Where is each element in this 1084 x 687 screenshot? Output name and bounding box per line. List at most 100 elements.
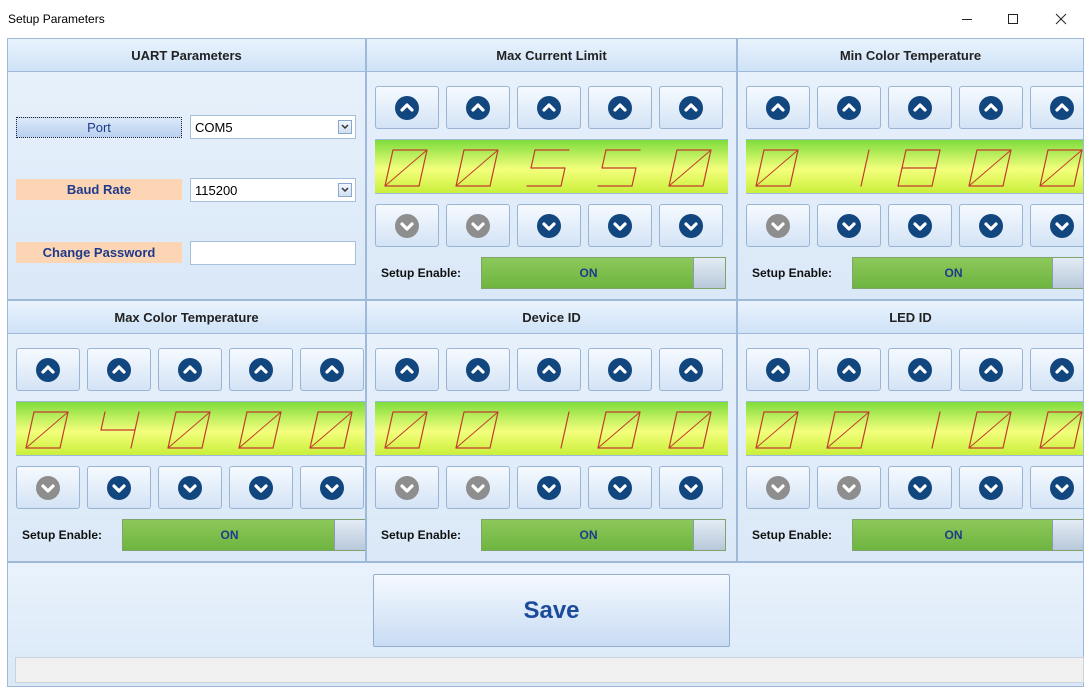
digit-up-button[interactable]: [16, 348, 80, 391]
digit-down-button[interactable]: [659, 466, 723, 509]
minimize-button[interactable]: [944, 0, 990, 38]
chevron-down-icon: [536, 475, 562, 501]
setup-enable-toggle[interactable]: ON: [481, 519, 726, 551]
maximize-button[interactable]: [990, 0, 1036, 38]
digit-up-button[interactable]: [446, 348, 510, 391]
digit-down-button[interactable]: [888, 204, 952, 247]
digit-up-button[interactable]: [746, 348, 810, 391]
digit-up-button[interactable]: [588, 348, 652, 391]
digit-down-button[interactable]: [1030, 466, 1083, 509]
digit-up-button[interactable]: [888, 86, 952, 129]
digit-down-button[interactable]: [659, 204, 723, 247]
chevron-down-icon: [106, 475, 132, 501]
digit-up-button[interactable]: [517, 348, 581, 391]
setup-enable-toggle[interactable]: ON: [852, 257, 1083, 289]
seven-segment-display: [375, 139, 728, 194]
chevron-up-icon: [1049, 95, 1075, 121]
digit-up-button[interactable]: [1030, 86, 1083, 129]
setup-enable-label: Setup Enable:: [381, 528, 462, 542]
setup-enable-label: Setup Enable:: [22, 528, 103, 542]
digit-up-button[interactable]: [817, 86, 881, 129]
digit-down-button[interactable]: [16, 466, 80, 509]
digit-up-button[interactable]: [446, 86, 510, 129]
toggle-knob[interactable]: [693, 258, 725, 288]
digit-down-button[interactable]: [959, 204, 1023, 247]
setup-enable-toggle[interactable]: ON: [122, 519, 365, 551]
digit-down-button[interactable]: [158, 466, 222, 509]
display-digit: [521, 147, 575, 189]
digit-up-button[interactable]: [746, 86, 810, 129]
toggle-label: ON: [944, 528, 963, 542]
chevron-up-icon: [248, 357, 274, 383]
display-digit: [91, 409, 145, 451]
display-digit: [663, 147, 717, 189]
digit-down-button[interactable]: [375, 466, 439, 509]
chevron-up-icon: [607, 357, 633, 383]
toggle-knob[interactable]: [334, 520, 365, 550]
digit-up-button[interactable]: [817, 348, 881, 391]
chevron-up-icon: [607, 95, 633, 121]
digit-down-button[interactable]: [746, 466, 810, 509]
baud-rate-select[interactable]: 115200: [190, 178, 356, 202]
dropdown-arrow-icon[interactable]: [338, 120, 352, 134]
digit-down-button[interactable]: [375, 204, 439, 247]
digit-down-button[interactable]: [446, 204, 510, 247]
toggle-label: ON: [220, 528, 239, 542]
digit-down-button[interactable]: [87, 466, 151, 509]
digit-up-button[interactable]: [888, 348, 952, 391]
port-select[interactable]: COM5: [190, 115, 356, 139]
save-button[interactable]: Save: [373, 574, 730, 647]
digit-down-button[interactable]: [888, 466, 952, 509]
dropdown-arrow-icon[interactable]: [338, 183, 352, 197]
digit-up-button[interactable]: [588, 86, 652, 129]
port-button[interactable]: Port: [16, 117, 182, 138]
toggle-knob[interactable]: [1052, 258, 1083, 288]
close-button[interactable]: [1038, 0, 1084, 38]
digit-up-button[interactable]: [375, 86, 439, 129]
setup-enable-toggle[interactable]: ON: [481, 257, 726, 289]
settings-panel: Device ID Setup Enable: ON: [366, 300, 737, 562]
digit-up-button[interactable]: [158, 348, 222, 391]
setup-enable-toggle[interactable]: ON: [852, 519, 1083, 551]
password-field[interactable]: [190, 241, 356, 265]
panel-title: Max Color Temperature: [8, 301, 365, 334]
digit-up-button[interactable]: [1030, 348, 1083, 391]
chevron-up-icon: [536, 357, 562, 383]
digit-up-button[interactable]: [959, 348, 1023, 391]
digit-up-button[interactable]: [659, 86, 723, 129]
port-value: COM5: [195, 119, 233, 135]
digit-up-button[interactable]: [300, 348, 364, 391]
digit-down-button[interactable]: [446, 466, 510, 509]
digit-up-button[interactable]: [517, 86, 581, 129]
digit-up-button[interactable]: [959, 86, 1023, 129]
digit-down-button[interactable]: [229, 466, 293, 509]
display-digit: [379, 147, 433, 189]
toggle-label: ON: [579, 266, 598, 280]
digit-down-button[interactable]: [588, 466, 652, 509]
digit-down-button[interactable]: [300, 466, 364, 509]
digit-down-button[interactable]: [588, 204, 652, 247]
panel-title: Device ID: [367, 301, 736, 334]
digit-down-button[interactable]: [817, 204, 881, 247]
chevron-up-icon: [394, 95, 420, 121]
digit-down-button[interactable]: [1030, 204, 1083, 247]
display-digit: [892, 147, 946, 189]
digit-down-button[interactable]: [517, 466, 581, 509]
chevron-down-icon: [678, 475, 704, 501]
panel-title: Min Color Temperature: [738, 39, 1083, 72]
display-digit: [379, 409, 433, 451]
chevron-down-icon: [465, 475, 491, 501]
display-digit: [663, 409, 717, 451]
baud-rate-label: Baud Rate: [16, 179, 182, 200]
digit-down-button[interactable]: [959, 466, 1023, 509]
digit-up-button[interactable]: [659, 348, 723, 391]
digit-up-button[interactable]: [87, 348, 151, 391]
digit-up-button[interactable]: [375, 348, 439, 391]
digit-down-button[interactable]: [517, 204, 581, 247]
digit-up-button[interactable]: [229, 348, 293, 391]
digit-down-button[interactable]: [746, 204, 810, 247]
digit-down-button[interactable]: [817, 466, 881, 509]
toggle-knob[interactable]: [693, 520, 725, 550]
chevron-up-icon: [678, 95, 704, 121]
toggle-knob[interactable]: [1052, 520, 1083, 550]
